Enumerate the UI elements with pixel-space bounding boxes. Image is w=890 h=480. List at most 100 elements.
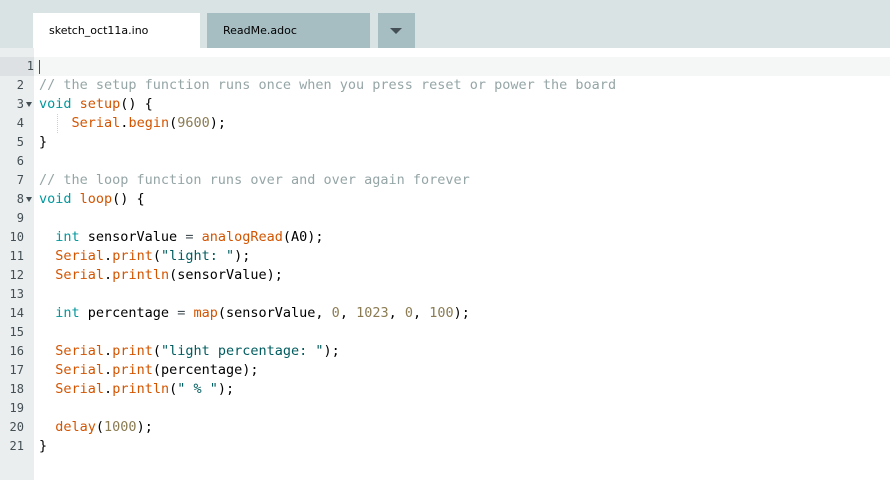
- code-token: percentage: [79, 305, 178, 321]
- code-line: Serial.println(" % ");: [39, 380, 234, 399]
- code-token: print: [112, 362, 153, 378]
- code-token: () {: [120, 96, 153, 112]
- code-line: void loop() {: [39, 190, 145, 209]
- line-number-text: 9: [16, 211, 24, 225]
- line-number: 17: [0, 361, 24, 380]
- code-token: Serial: [55, 381, 105, 397]
- code-token: 0: [404, 305, 413, 321]
- code-line: }: [39, 133, 47, 152]
- code-token: print: [112, 343, 153, 359]
- code-token: int: [55, 229, 80, 245]
- code-token: .: [104, 343, 113, 359]
- tab-menu-button[interactable]: [378, 13, 415, 48]
- code-token: );: [323, 343, 340, 359]
- code-token: (percentage);: [152, 362, 259, 378]
- code-token: .: [104, 267, 113, 283]
- code-line: // the setup function runs once when you…: [39, 76, 616, 95]
- code-line: Serial.print("light: ");: [39, 247, 250, 266]
- line-number: 13: [0, 285, 24, 304]
- code-token: }: [39, 438, 48, 454]
- code-editor[interactable]: 1 2 3 4 5 6 7 8 9 10 11 12 13 14 15 16 17 18 19 20 21 // the…: [0, 48, 890, 480]
- code-line: Serial.print("light percentage: ");: [39, 342, 340, 361]
- code-token: // the setup function runs once when you…: [39, 77, 617, 93]
- line-number-text: 17: [9, 363, 24, 377]
- code-line: int sensorValue = analogRead(A0);: [39, 228, 324, 247]
- line-number-text: 2: [16, 78, 24, 92]
- line-number-text: 20: [9, 420, 24, 434]
- line-number-text: 13: [9, 287, 24, 301]
- code-token: println: [112, 267, 170, 283]
- code-token: .: [104, 381, 113, 397]
- line-number-text: 5: [16, 135, 24, 149]
- line-number: 3: [0, 95, 24, 114]
- text-cursor: [39, 60, 40, 74]
- line-number: 20: [0, 418, 24, 437]
- code-token: 100: [429, 305, 454, 321]
- fold-toggle-icon[interactable]: [26, 197, 32, 202]
- line-number-text: 16: [9, 344, 24, 358]
- line-number: 12: [0, 266, 24, 285]
- code-token: (A0);: [282, 229, 324, 245]
- line-number-text: 18: [9, 382, 24, 396]
- code-token: setup: [79, 96, 121, 112]
- code-token: Serial: [55, 362, 105, 378]
- line-number: 14: [0, 304, 24, 323]
- code-token: ,: [388, 305, 405, 321]
- line-number-text: 14: [9, 306, 24, 320]
- tab-sketch[interactable]: sketch_oct11a.ino: [33, 13, 200, 48]
- fold-toggle-icon[interactable]: [26, 102, 32, 107]
- code-token: .: [104, 248, 113, 264]
- code-line: int percentage = map(sensorValue, 0, 102…: [39, 304, 470, 323]
- code-token: begin: [128, 115, 170, 131]
- code-token: );: [217, 381, 235, 397]
- line-number-text: 19: [9, 401, 24, 415]
- line-number-text: 15: [9, 325, 24, 339]
- code-token: .: [104, 362, 113, 378]
- line-number: 18: [0, 380, 24, 399]
- line-number: 4: [0, 114, 24, 133]
- line-number-gutter: 1 2 3 4 5 6 7 8 9 10 11 12 13 14 15 16 17 18 19 20 21: [0, 48, 34, 480]
- code-token: "light: ": [160, 248, 235, 264]
- line-number-text: 21: [9, 439, 24, 453]
- code-token: }: [39, 134, 48, 150]
- code-token: sensorValue: [79, 229, 186, 245]
- line-number: 8: [0, 190, 24, 209]
- code-token: (sensorValue,: [217, 305, 332, 321]
- code-token: Serial: [55, 248, 105, 264]
- code-token: (: [152, 248, 161, 264]
- line-number: 2: [0, 76, 24, 95]
- line-number: 11: [0, 247, 24, 266]
- code-token: Serial: [55, 343, 105, 359]
- line-number: 10: [0, 228, 24, 247]
- line-number: 19: [0, 399, 24, 418]
- code-line: }: [39, 437, 47, 456]
- code-token: void: [39, 191, 72, 207]
- line-number-text: 1: [26, 59, 34, 73]
- tab-readme[interactable]: ReadMe.adoc: [207, 13, 370, 48]
- line-number-text: 11: [9, 249, 24, 263]
- line-number-text: 10: [9, 230, 24, 244]
- code-line: Serial.begin(9600);: [39, 114, 226, 133]
- code-token: 1023: [356, 305, 389, 321]
- line-number: 7: [0, 171, 24, 190]
- code-line: // the loop function runs over and over …: [39, 171, 470, 190]
- tab-label: sketch_oct11a.ino: [49, 24, 149, 37]
- line-number: 9: [0, 209, 24, 228]
- code-token: delay: [55, 419, 96, 435]
- code-token: int: [55, 305, 80, 321]
- code-token: // the loop function runs over and over …: [39, 172, 470, 188]
- line-number: 16: [0, 342, 24, 361]
- code-token: map: [193, 305, 218, 321]
- line-number-text: 4: [16, 116, 24, 130]
- line-number: 6: [0, 152, 24, 171]
- line-number-text: 6: [16, 154, 24, 168]
